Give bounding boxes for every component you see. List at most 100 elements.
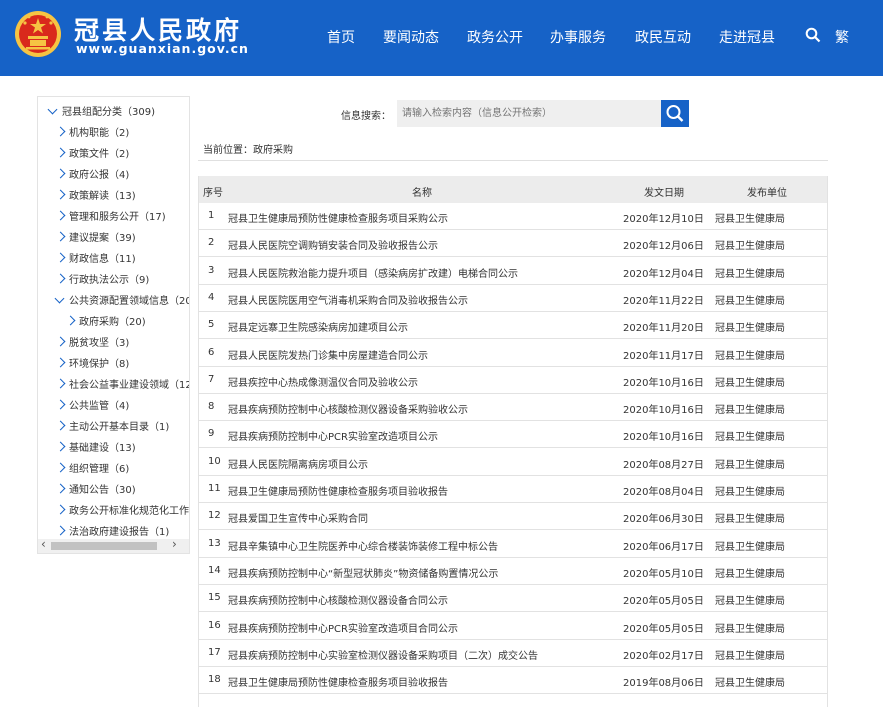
nav-home[interactable]: 首页 bbox=[327, 27, 355, 47]
row-title[interactable]: 冠县人民医院空调购销安装合同及验收报告公示 bbox=[228, 237, 438, 252]
tree-item-procurement[interactable]: 政府采购（20) bbox=[65, 312, 146, 333]
table-row[interactable]: 6 冠县人民医院发热门诊集中房屋建造合同公示 2020年11月17日 冠县卫生健康局 bbox=[198, 340, 828, 367]
table-row[interactable]: 18 冠县卫生健康局预防性健康检查服务项目验收报告 2019年08月06日 冠县卫生健… bbox=[198, 667, 828, 695]
row-title[interactable]: 冠县定远寨卫生院感染病房加建项目公示 bbox=[228, 319, 408, 334]
table-row[interactable]: 14 冠县疾病预防控制中心“新型冠状肺炎”物资储备购置情况公示 2020年05月10… bbox=[198, 558, 828, 585]
row-number: 11 bbox=[208, 483, 221, 494]
table-row[interactable]: 10 冠县人民医院隔离病房项目公示 2020年08月27日 冠县卫生健康局 bbox=[198, 449, 828, 476]
row-title[interactable]: 冠县卫生健康局预防性健康检查服务项目验收报告 bbox=[228, 483, 448, 498]
row-title[interactable]: 冠县人民医院发热门诊集中房屋建造合同公示 bbox=[228, 347, 428, 362]
traditional-chinese-toggle[interactable]: 繁 bbox=[835, 27, 849, 47]
row-unit: 冠县卫生健康局 bbox=[715, 323, 785, 335]
table-row[interactable]: 16 冠县疾病预防控制中心PCR实验室改造项目合同公示 2020年05月05日 冠县卫… bbox=[198, 613, 828, 640]
tree-item-organization[interactable]: 组织管理（6) bbox=[55, 459, 129, 480]
tree-item-environment[interactable]: 环境保护（8) bbox=[55, 354, 129, 375]
tree-item-management[interactable]: 管理和服务公开（17) bbox=[55, 207, 166, 228]
tree-item-enforcement[interactable]: 行政执法公示（9) bbox=[55, 270, 149, 291]
table-row[interactable]: 17 冠县疾病预防控制中心实验室检测仪器设备采购项目（二次）成交公告 2020年02… bbox=[198, 640, 828, 667]
table-row[interactable]: 13 冠县辛集镇中心卫生院医养中心综合楼装饰装修工程中标公告 2020年06月17日… bbox=[198, 531, 828, 558]
table-row[interactable]: 15 冠县疾病预防控制中心核酸检测仪器设备合同公示 2020年05月05日 冠县卫生健… bbox=[198, 585, 828, 613]
row-date: 2020年08月04日 bbox=[623, 487, 704, 498]
row-unit: 冠县卫生健康局 bbox=[715, 623, 785, 635]
row-unit: 冠县卫生健康局 bbox=[715, 487, 785, 498]
table-row[interactable]: 1 冠县卫生健康局预防性健康检查服务项目采购公示 2020年12月10日 冠县卫生健康… bbox=[198, 203, 828, 230]
tree-item-notices[interactable]: 通知公告（30) bbox=[55, 480, 136, 501]
tree-item-interpretation[interactable]: 政策解读（13) bbox=[55, 186, 136, 207]
tree-root[interactable]: 冠县组配分类（309) bbox=[46, 102, 155, 123]
row-title[interactable]: 冠县疾病预防控制中心实验室检测仪器设备采购项目（二次）成交公告 bbox=[228, 647, 538, 662]
tree-item-public-resources[interactable]: 公共资源配置领域信息（20) bbox=[53, 291, 189, 312]
site-header: 冠县人民政府 www.guanxian.gov.cn 首页 要闻动态 政务公开 … bbox=[0, 0, 883, 76]
table-row[interactable]: 9 冠县疾病预防控制中心PCR实验室改造项目公示 2020年10月16日 冠县卫生健康… bbox=[198, 421, 828, 449]
col-header-no: 序号 bbox=[203, 188, 223, 199]
search-icon[interactable] bbox=[805, 27, 821, 43]
chevron-right-icon bbox=[55, 504, 66, 515]
nav-news[interactable]: 要闻动态 bbox=[383, 27, 439, 47]
tree-item-label: 脱贫攻坚（3) bbox=[69, 338, 130, 349]
table-border-right bbox=[827, 176, 828, 707]
row-title[interactable]: 冠县卫生健康局预防性健康检查服务项目验收报告 bbox=[228, 674, 448, 689]
row-title[interactable]: 冠县辛集镇中心卫生院医养中心综合楼装饰装修工程中标公告 bbox=[228, 538, 498, 553]
row-title[interactable]: 冠县人民医院隔离病房项目公示 bbox=[228, 456, 368, 471]
row-title[interactable]: 冠县疾病预防控制中心PCR实验室改造项目公示 bbox=[228, 428, 438, 443]
chevron-down-icon bbox=[47, 104, 58, 115]
search-input[interactable] bbox=[397, 100, 661, 127]
nav-interaction[interactable]: 政民互动 bbox=[635, 27, 691, 47]
tree-item-catalog[interactable]: 主动公开基本目录（1) bbox=[55, 417, 169, 438]
row-title[interactable]: 冠县疾控中心热成像测温仪合同及验收公示 bbox=[228, 374, 418, 389]
chevron-right-icon bbox=[55, 210, 66, 221]
tree-item-institution[interactable]: 机构职能（2) bbox=[55, 123, 129, 144]
chevron-right-icon bbox=[65, 315, 76, 326]
tree-item-gazette[interactable]: 政府公报（4) bbox=[55, 165, 129, 186]
scrollbar-thumb[interactable] bbox=[51, 542, 157, 550]
tree-item-label: 政策解读（13) bbox=[69, 191, 136, 202]
tree-item-label: 政策文件（2) bbox=[69, 149, 130, 160]
table-row[interactable]: 4 冠县人民医院医用空气消毒机采购合同及验收报告公示 2020年11月22日 冠县卫生… bbox=[198, 285, 828, 312]
scroll-right-arrow-icon[interactable]: › bbox=[172, 537, 177, 551]
table-row[interactable]: 2 冠县人民医院空调购销安装合同及验收报告公示 2020年12月06日 冠县卫生健康局 bbox=[198, 230, 828, 258]
tree-item-finance[interactable]: 财政信息（11) bbox=[55, 249, 136, 270]
nav-about[interactable]: 走进冠县 bbox=[719, 27, 775, 47]
nav-services[interactable]: 办事服务 bbox=[550, 27, 606, 47]
row-date: 2020年11月22日 bbox=[623, 295, 704, 307]
row-unit: 冠县卫生健康局 bbox=[715, 596, 785, 608]
row-unit: 冠县卫生健康局 bbox=[715, 405, 785, 417]
nav-government-affairs[interactable]: 政务公开 bbox=[467, 27, 523, 47]
row-date: 2020年05月05日 bbox=[623, 623, 704, 635]
row-number: 15 bbox=[208, 592, 221, 604]
table-row[interactable]: 8 冠县疾病预防控制中心核酸检测仪器设备采购验收公示 2020年10月16日 冠县卫生… bbox=[198, 394, 828, 422]
row-title[interactable]: 冠县疾病预防控制中心核酸检测仪器设备合同公示 bbox=[228, 592, 448, 607]
search-button[interactable] bbox=[661, 100, 689, 127]
horizontal-scrollbar[interactable]: ‹ › bbox=[38, 537, 189, 553]
row-title[interactable]: 冠县疾病预防控制中心“新型冠状肺炎”物资储备购置情况公示 bbox=[228, 565, 498, 580]
table-row[interactable]: 12 冠县爱国卫生宣传中心采购合同 2020年06月30日 冠县卫生健康局 bbox=[198, 503, 828, 531]
row-unit: 冠县卫生健康局 bbox=[715, 650, 785, 662]
divider bbox=[198, 160, 828, 161]
row-title[interactable]: 冠县人民医院医用空气消毒机采购合同及验收报告公示 bbox=[228, 292, 468, 307]
table-row[interactable]: 7 冠县疾控中心热成像测温仪合同及验收公示 2020年10月16日 冠县卫生健康局 bbox=[198, 367, 828, 394]
row-title[interactable]: 冠县疾病预防控制中心PCR实验室改造项目合同公示 bbox=[228, 620, 458, 635]
tree-item-policy[interactable]: 政策文件（2) bbox=[55, 144, 129, 165]
table-row[interactable]: 5 冠县定远寨卫生院感染病房加建项目公示 2020年11月20日 冠县卫生健康局 bbox=[198, 312, 828, 340]
scroll-left-arrow-icon[interactable]: ‹ bbox=[41, 537, 46, 551]
row-date: 2020年06月17日 bbox=[623, 541, 704, 553]
row-date: 2020年06月30日 bbox=[623, 514, 704, 526]
row-title[interactable]: 冠县爱国卫生宣传中心采购合同 bbox=[228, 510, 368, 525]
tree-item-public-welfare[interactable]: 社会公益事业建设领域（120 bbox=[55, 375, 190, 396]
row-title[interactable]: 冠县疾病预防控制中心核酸检测仪器设备采购验收公示 bbox=[228, 401, 468, 416]
chevron-right-icon bbox=[55, 231, 66, 242]
row-title[interactable]: 冠县卫生健康局预防性健康检查服务项目采购公示 bbox=[228, 210, 448, 225]
row-title[interactable]: 冠县人民医院救治能力提升项目（感染病房扩改建）电梯合同公示 bbox=[228, 265, 518, 280]
tree-item-proposals[interactable]: 建议提案（39) bbox=[55, 228, 136, 249]
tree-item-infrastructure[interactable]: 基础建设（13) bbox=[55, 438, 136, 459]
tree-item-label: 政府公报（4) bbox=[69, 170, 130, 181]
row-unit: 冠县卫生健康局 bbox=[715, 268, 785, 280]
tree-item-standardization[interactable]: 政务公开标准化规范化工作( bbox=[55, 501, 189, 522]
table-header: 序号 名称 发文日期 发布单位 bbox=[198, 176, 828, 203]
table-row[interactable]: 3 冠县人民医院救治能力提升项目（感染病房扩改建）电梯合同公示 2020年12月04… bbox=[198, 258, 828, 285]
tree-item-poverty[interactable]: 脱贫攻坚（3) bbox=[55, 333, 129, 354]
table-row[interactable]: 11 冠县卫生健康局预防性健康检查服务项目验收报告 2020年08月04日 冠县卫生健… bbox=[198, 476, 828, 503]
tree-item-supervision[interactable]: 公共监管（4) bbox=[55, 396, 129, 417]
row-number: 1 bbox=[208, 210, 215, 221]
tree-item-label: 社会公益事业建设领域（120 bbox=[69, 380, 190, 391]
